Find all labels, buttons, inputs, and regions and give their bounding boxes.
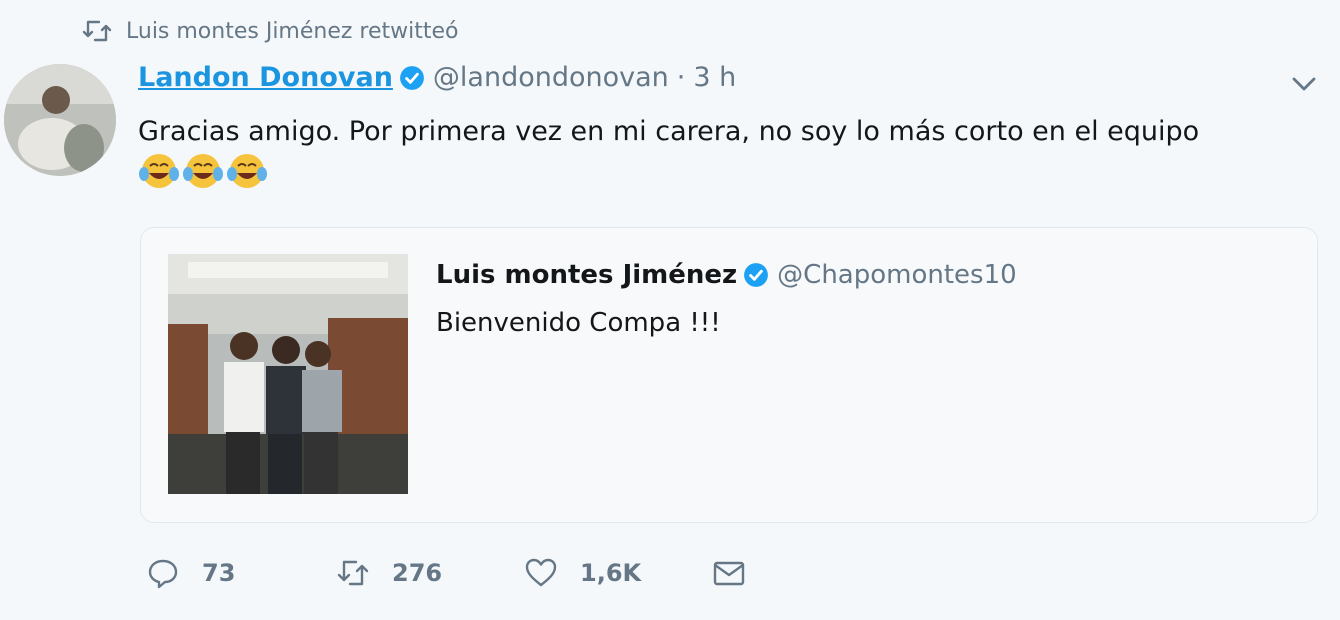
verified-icon — [744, 263, 769, 287]
reply-icon — [148, 559, 178, 589]
quoted-photo-image — [168, 254, 408, 494]
avatar[interactable] — [4, 64, 116, 176]
retweet-button[interactable]: 276 — [336, 556, 524, 590]
quoted-header: Luis montes Jiménez @Chapomontes10 — [436, 260, 1017, 290]
tweet-text: Gracias amigo. Por primera vez en mi car… — [138, 116, 1200, 147]
laughing-tears-emoji — [227, 154, 267, 188]
tweet-header: Landon Donovan @landondonovan · 3 h — [138, 62, 736, 93]
quoted-author-handle[interactable]: @Chapomontes10 — [777, 260, 1017, 290]
author-name[interactable]: Landon Donovan — [138, 62, 393, 93]
laughing-tears-emoji — [183, 154, 223, 188]
avatar-image — [4, 64, 116, 176]
chevron-down-icon[interactable] — [1288, 70, 1320, 98]
reply-button[interactable]: 73 — [146, 556, 336, 590]
retweet-icon — [82, 20, 112, 42]
quoted-author-name[interactable]: Luis montes Jiménez — [436, 260, 737, 290]
like-button[interactable]: 1,6K — [524, 556, 712, 590]
quoted-text: Bienvenido Compa !!! — [436, 308, 721, 338]
reply-count: 73 — [202, 559, 236, 587]
like-icon — [525, 558, 557, 587]
message-button[interactable] — [712, 556, 746, 590]
laughing-tears-emoji — [139, 154, 179, 188]
retweet-context: Luis montes Jiménez retwitteó — [82, 18, 459, 44]
retweet-label[interactable]: Luis montes Jiménez retwitteó — [126, 19, 459, 44]
separator-dot: · — [676, 62, 686, 93]
message-icon — [713, 561, 745, 586]
verified-icon — [400, 65, 424, 90]
retweet-icon — [337, 560, 369, 586]
author-handle[interactable]: @landondonovan — [433, 62, 669, 93]
tweet-time[interactable]: 3 h — [693, 62, 736, 93]
retweet-count: 276 — [392, 559, 443, 587]
tweet-emojis — [138, 150, 268, 192]
quoted-tweet-photo[interactable] — [168, 254, 408, 494]
tweet-actions: 73 276 1,6K — [146, 556, 746, 590]
like-count: 1,6K — [580, 559, 642, 587]
